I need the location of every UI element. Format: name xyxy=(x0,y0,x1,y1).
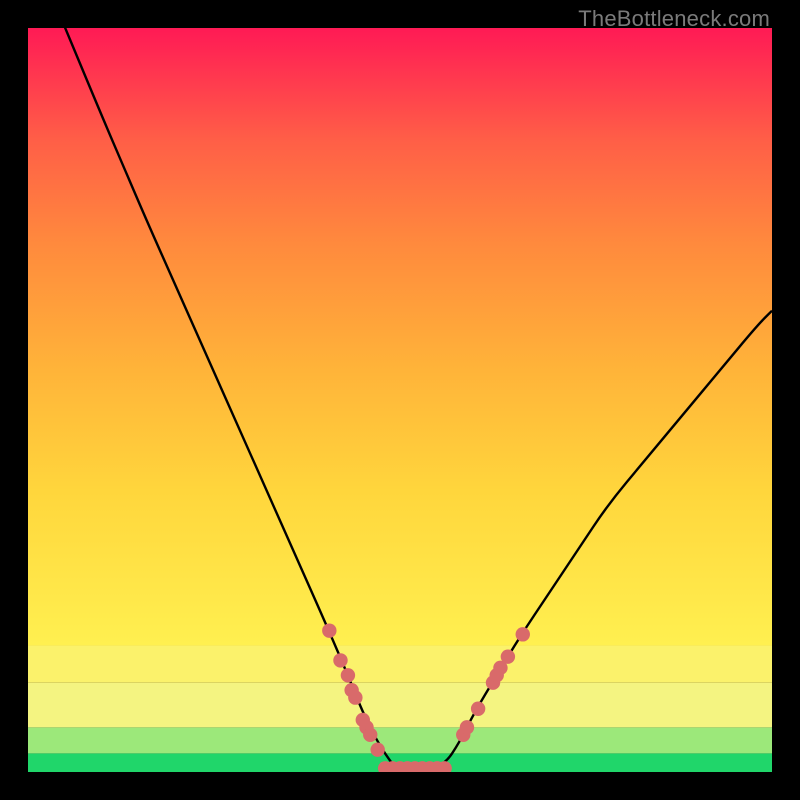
marker-dot xyxy=(471,702,485,716)
marker-dot xyxy=(322,623,336,637)
marker-dot xyxy=(363,728,377,742)
chart-frame xyxy=(28,28,772,772)
marker-dot xyxy=(460,720,474,734)
marker-dot xyxy=(333,653,347,667)
marker-dot xyxy=(516,627,530,641)
marker-dot xyxy=(341,668,355,682)
marker-dot xyxy=(370,742,384,756)
marker-dot xyxy=(348,690,362,704)
watermark-text: TheBottleneck.com xyxy=(578,6,770,32)
marker-dot xyxy=(501,649,515,663)
chart-svg xyxy=(28,28,772,772)
